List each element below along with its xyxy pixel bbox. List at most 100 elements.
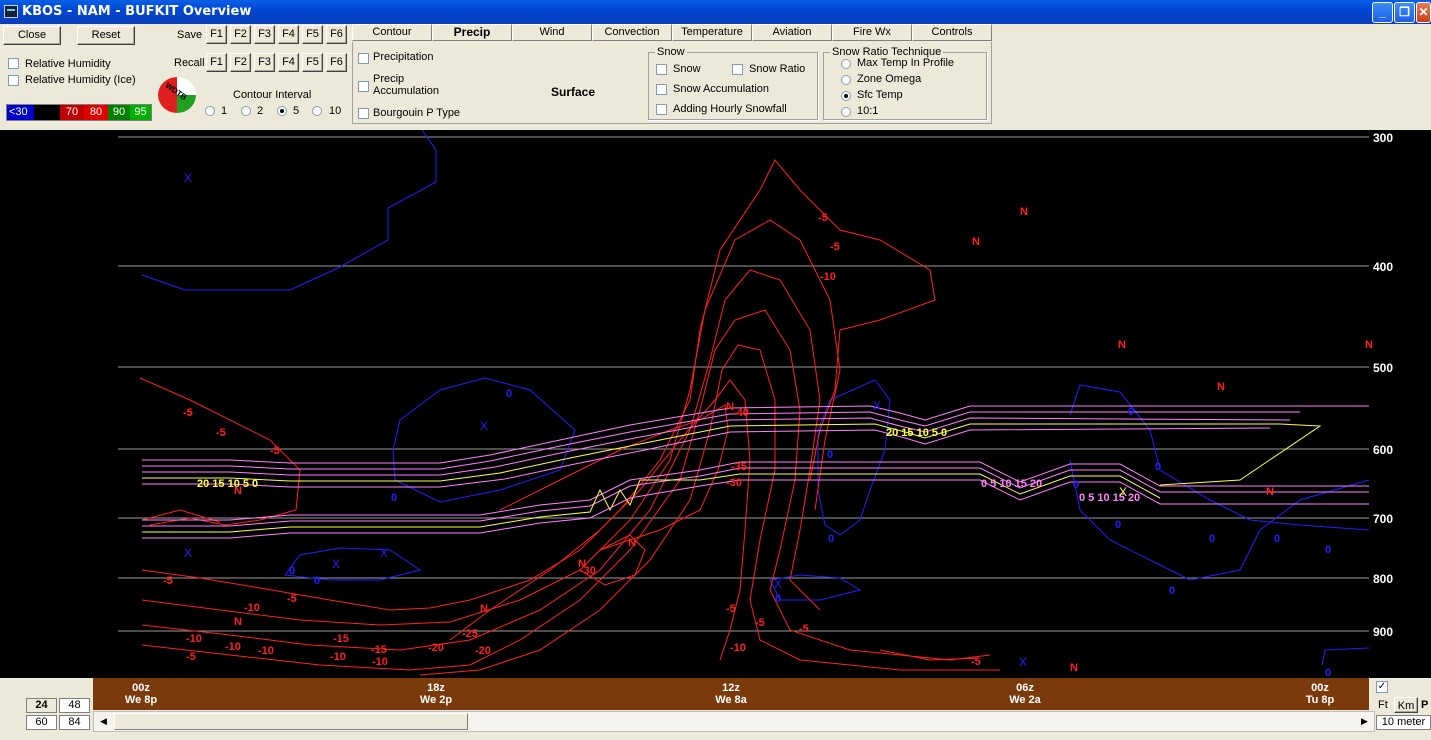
ratio-10to1-label: 10:1	[857, 105, 879, 117]
reset-button[interactable]: Reset	[77, 26, 135, 45]
tab-controls[interactable]: Controls	[912, 24, 992, 41]
rh-label: 0	[1325, 667, 1331, 678]
tab-temperature[interactable]: Temperature	[672, 24, 752, 41]
scroll-left-arrow-icon[interactable]: ◀	[95, 713, 112, 730]
recall-f2-button[interactable]: F2	[230, 53, 251, 72]
duration-60-button[interactable]: 60	[26, 715, 57, 730]
snow-ratio-label-right2: 0 5 10 15 20	[1079, 492, 1140, 504]
unit-p-button[interactable]: P	[1421, 699, 1428, 711]
duration-24-button[interactable]: 24	[26, 698, 57, 713]
save-f1-button[interactable]: F1	[206, 25, 227, 44]
display-checkbox[interactable]: ✓	[1376, 681, 1388, 693]
n-marker: N	[726, 401, 734, 413]
time-tick-z: 12z	[722, 682, 740, 694]
unit-km-button[interactable]: Km	[1394, 697, 1418, 713]
recall-f5-button[interactable]: F5	[302, 53, 323, 72]
scroll-right-arrow-icon[interactable]: ▶	[1356, 713, 1373, 730]
recall-f6-button[interactable]: F6	[326, 53, 347, 72]
ratio-zoneomega-label: Zone Omega	[857, 73, 922, 85]
temp-label: -10	[330, 651, 346, 663]
time-tick-local: We 2p	[419, 694, 453, 706]
rh-label: 0	[828, 533, 834, 545]
scale-90: 90	[108, 105, 130, 120]
ratio-maxtemp-radio[interactable]	[841, 59, 851, 69]
temp-label: -10	[225, 641, 241, 653]
x-marker: X	[480, 419, 488, 433]
snow-band-pink-4	[142, 427, 1271, 488]
n-marker: N	[972, 236, 980, 248]
x-marker: X	[184, 171, 192, 185]
snow-group-title: Snow	[655, 46, 687, 58]
tab-contour[interactable]: Contour	[352, 24, 432, 41]
temp-label: -5	[799, 623, 809, 635]
duration-48-button[interactable]: 48	[59, 698, 90, 713]
tab-precip[interactable]: Precip	[432, 24, 512, 41]
snow-ratio-checkbox[interactable]	[732, 64, 743, 75]
interval-1-radio[interactable]	[205, 106, 215, 116]
rh-checkbox[interactable]	[8, 58, 19, 69]
level-400: 400	[1373, 260, 1393, 274]
temp-label: -15	[371, 644, 387, 656]
ratio-zoneomega-radio[interactable]	[841, 75, 851, 85]
save-f5-button[interactable]: F5	[302, 25, 323, 44]
minimize-button[interactable]: _	[1372, 2, 1393, 23]
window-title: KBOS - NAM - BUFKIT Overview	[22, 4, 252, 19]
interval-10-radio[interactable]	[312, 106, 322, 116]
interval-5-label: 5	[293, 105, 300, 117]
interval-2-radio[interactable]	[241, 106, 251, 116]
hourly-snowfall-checkbox[interactable]	[656, 104, 667, 115]
time-tick-4: 00z Tu 8p	[1290, 682, 1350, 706]
rh-label: 0	[314, 575, 320, 587]
time-height-plot[interactable]: 300 400 500 600 700 800 900 -5 -5 -10 -4…	[0, 130, 1431, 678]
rh-label: 0	[1274, 533, 1280, 545]
scale-70: 70	[60, 105, 84, 120]
x-marker: X	[184, 546, 192, 560]
recall-f4-button[interactable]: F4	[278, 53, 299, 72]
precip-accumulation-checkbox[interactable]	[358, 81, 369, 92]
recall-f1-button[interactable]: F1	[206, 53, 227, 72]
snow-checkbox[interactable]	[656, 64, 667, 75]
duration-84-button[interactable]: 84	[59, 715, 90, 730]
title-bar: KBOS - NAM - BUFKIT Overview _ ❐ ✕	[0, 0, 1431, 24]
temp-label: -5	[287, 593, 297, 605]
tab-wind[interactable]: Wind	[512, 24, 592, 41]
save-f4-button[interactable]: F4	[278, 25, 299, 44]
recall-f3-button[interactable]: F3	[254, 53, 275, 72]
time-scrollbar[interactable]: ◀ ▶	[93, 711, 1375, 732]
level-800: 800	[1373, 572, 1393, 586]
rh-contour-low	[284, 547, 422, 581]
restore-button[interactable]: ❐	[1394, 2, 1415, 23]
close-button[interactable]: Close	[3, 26, 61, 45]
time-tick-local: We 2a	[1009, 694, 1041, 706]
scroll-thumb[interactable]	[114, 713, 468, 730]
precipitation-checkbox[interactable]	[358, 53, 369, 64]
bourgouin-checkbox[interactable]	[358, 108, 369, 119]
temp-labels: -5 -5 -10 -40 -35 -30 -30 -25 -20 -20 -1…	[163, 212, 981, 668]
save-f3-button[interactable]: F3	[254, 25, 275, 44]
n-marker: N	[480, 603, 488, 615]
tab-aviation[interactable]: Aviation	[752, 24, 832, 41]
save-f2-button[interactable]: F2	[230, 25, 251, 44]
scale-blank	[34, 105, 60, 120]
unit-ft-button[interactable]: Ft	[1378, 699, 1388, 711]
rh-color-scale: <30 70 80 90 95	[6, 104, 152, 121]
n-markers: N N N N N N N N N N N N N	[234, 206, 1373, 674]
wind-height-select[interactable]: 10 meter	[1376, 715, 1431, 730]
time-tick-local: We 8p	[124, 694, 158, 706]
temp-label: -5	[726, 603, 736, 615]
save-f6-button[interactable]: F6	[326, 25, 347, 44]
level-700: 700	[1373, 512, 1393, 526]
ratio-10to1-radio[interactable]	[841, 107, 851, 117]
tab-convection[interactable]: Convection	[592, 24, 672, 41]
bourgouin-label: Bourgouin P Type	[373, 107, 461, 119]
rh-contour-mid	[392, 377, 576, 503]
rh-ice-checkbox[interactable]	[8, 75, 19, 86]
surface-label: Surface	[551, 85, 596, 99]
temp-contour-2	[141, 159, 936, 611]
close-window-button[interactable]: ✕	[1416, 2, 1431, 23]
temp-label: -5	[818, 212, 828, 224]
snow-accumulation-checkbox[interactable]	[656, 84, 667, 95]
interval-5-radio[interactable]	[277, 106, 287, 116]
tab-fire-wx[interactable]: Fire Wx	[832, 24, 912, 41]
ratio-sfctemp-radio[interactable]	[841, 91, 851, 101]
